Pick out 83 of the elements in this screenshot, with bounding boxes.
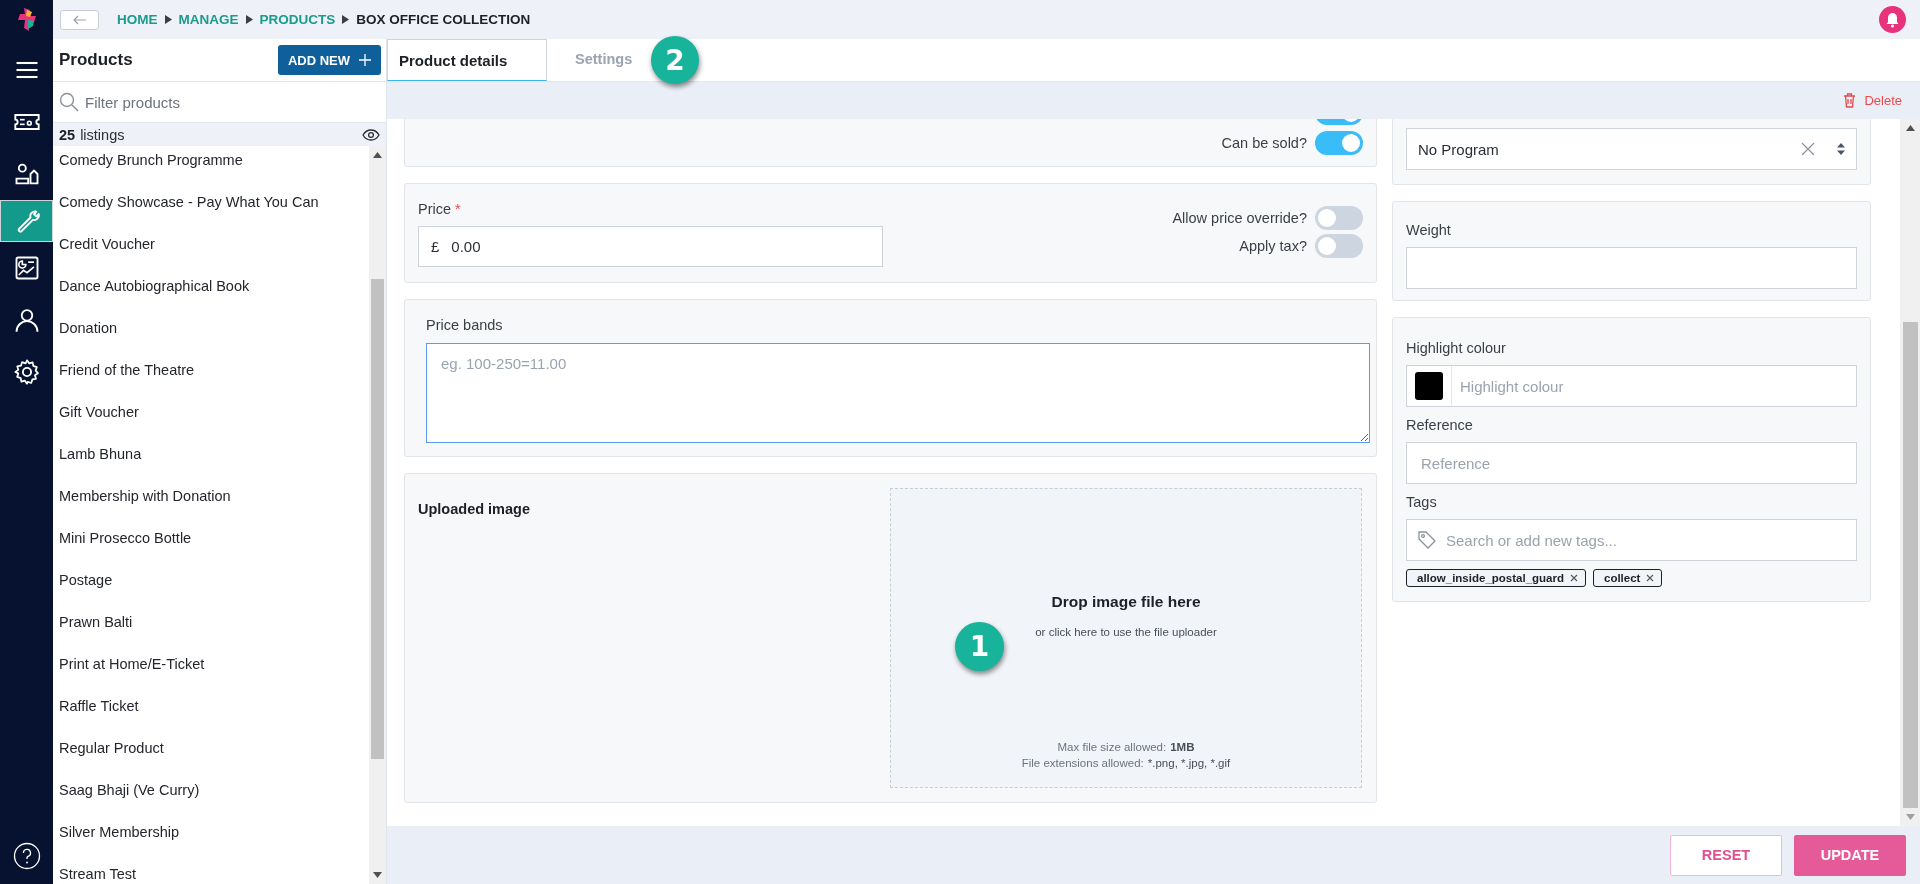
scrollbar[interactable] (1900, 119, 1920, 826)
drop-zone-title: Drop image file here (1051, 593, 1201, 611)
eye-icon[interactable] (362, 128, 380, 141)
toggle-label: Allow price override? (1172, 210, 1307, 226)
max-size-value: 1MB (1170, 741, 1195, 753)
caret-icon (164, 15, 172, 24)
product-list-item[interactable]: Membership with Donation (53, 475, 369, 517)
product-list-item[interactable]: Comedy Showcase - Pay What You Can (53, 181, 369, 223)
add-new-button[interactable]: ADD NEW (277, 45, 381, 75)
caret-icon (342, 15, 350, 24)
extensions-label: File extensions allowed: (1021, 757, 1144, 769)
step-badge: 1 (955, 622, 1004, 671)
currency-symbol: £ (431, 238, 440, 255)
tags-field[interactable]: Search or add new tags... (1406, 519, 1857, 561)
toggle-switch[interactable] (1315, 206, 1363, 230)
tab[interactable]: Product details (387, 39, 547, 81)
field-label: Price (418, 201, 452, 217)
product-list-item[interactable]: Donation (53, 307, 369, 349)
product-list-item[interactable]: Mini Prosecco Bottle (53, 517, 369, 559)
product-list-item[interactable]: Friend of the Theatre (53, 349, 369, 391)
max-size-label: Max file size allowed: (1057, 741, 1167, 753)
price-input[interactable]: 0.00 (451, 238, 832, 255)
image-drop-zone[interactable]: Drop image file here or click here to use the file uploader Max file size allowed: 1MB File extensions allowed: *.png, *.jpg, *.gif 1 (890, 488, 1362, 788)
scroll-up-icon[interactable] (1905, 125, 1915, 131)
tag-icon (1417, 530, 1437, 550)
highlight-colour-field[interactable]: Highlight colour (1406, 365, 1857, 407)
tag-chip[interactable]: allow_inside_postal_guard (1406, 569, 1586, 587)
colour-swatch[interactable] (1415, 372, 1443, 400)
reference-field[interactable]: Reference (1406, 442, 1857, 484)
caret-icon (245, 15, 253, 24)
section-label: Uploaded image (418, 501, 530, 519)
toggle-label: Can be sold? (1221, 135, 1307, 151)
product-list-item[interactable]: Saag Bhaji (Ve Curry) (53, 769, 369, 811)
step-badge: 2 (651, 36, 699, 84)
field-label: Tags (1406, 494, 1438, 510)
product-list-item[interactable]: Silver Membership (53, 811, 369, 853)
extensions-value: *.png, *.jpg, *.gif (1147, 757, 1231, 769)
field-label: Highlight colour (1406, 340, 1507, 356)
field-label: Weight (1406, 222, 1452, 238)
panel-title: Products (59, 50, 133, 70)
product-list-item[interactable]: Gift Voucher (53, 391, 369, 433)
toggle-switch[interactable] (1315, 234, 1363, 258)
sort-arrows-icon (1837, 142, 1845, 156)
clear-icon[interactable] (1801, 142, 1815, 156)
program-select[interactable]: No Program (1406, 128, 1857, 170)
scrollbar[interactable] (369, 146, 386, 884)
close-icon[interactable] (1646, 574, 1655, 582)
tags-input[interactable]: Search or add new tags... (1446, 531, 1846, 549)
product-list-item[interactable]: Comedy Brunch Programme (53, 146, 369, 181)
price-bands-field[interactable]: eg. 100-250=11.00 (426, 343, 1370, 443)
field-label: Price bands (426, 317, 504, 333)
toggle-switch[interactable] (1315, 131, 1363, 155)
product-list-item[interactable]: Credit Voucher (53, 223, 369, 265)
help-icon[interactable] (12, 842, 41, 870)
field-label: Reference (1406, 417, 1474, 433)
file-uploader-link[interactable]: or click here to use the file uploader (1035, 626, 1217, 638)
toggle-label: Apply tax? (1239, 238, 1307, 254)
notification-bell-icon[interactable] (1879, 6, 1906, 33)
arrow-left-icon (72, 14, 87, 25)
close-icon[interactable] (1570, 574, 1578, 582)
highlight-colour-input[interactable]: Highlight colour (1452, 377, 1856, 395)
price-field[interactable]: £ 0.00 (418, 226, 883, 267)
product-list-item[interactable]: Dance Autobiographical Book (53, 265, 369, 307)
product-list-item[interactable]: Regular Product (53, 727, 369, 769)
product-list-item[interactable]: Print at Home/E-Ticket (53, 643, 369, 685)
filter-field[interactable]: Filter products (85, 93, 345, 111)
trash-icon (1843, 93, 1857, 108)
scroll-down-icon[interactable] (373, 872, 382, 878)
listing-count: 25 (59, 126, 76, 143)
product-list-item[interactable]: Postage (53, 559, 369, 601)
product-list-item[interactable]: Lamb Bhuna (53, 433, 369, 475)
breadcrumb-current: BOX OFFICE COLLECTION (356, 12, 531, 27)
product-list-item[interactable]: Stream Test (53, 853, 369, 884)
scroll-up-icon[interactable] (373, 152, 382, 158)
required-mark: * (455, 201, 461, 217)
product-list-item[interactable]: Prawn Balti (53, 601, 369, 643)
product-list-item[interactable]: Raffle Ticket (53, 685, 369, 727)
search-icon (59, 92, 79, 112)
plus-icon (359, 54, 371, 66)
weight-field[interactable] (1406, 247, 1857, 289)
listing-label: listings (80, 126, 125, 143)
settings-icon (12, 358, 41, 386)
tag-chip[interactable]: collect (1593, 569, 1663, 587)
